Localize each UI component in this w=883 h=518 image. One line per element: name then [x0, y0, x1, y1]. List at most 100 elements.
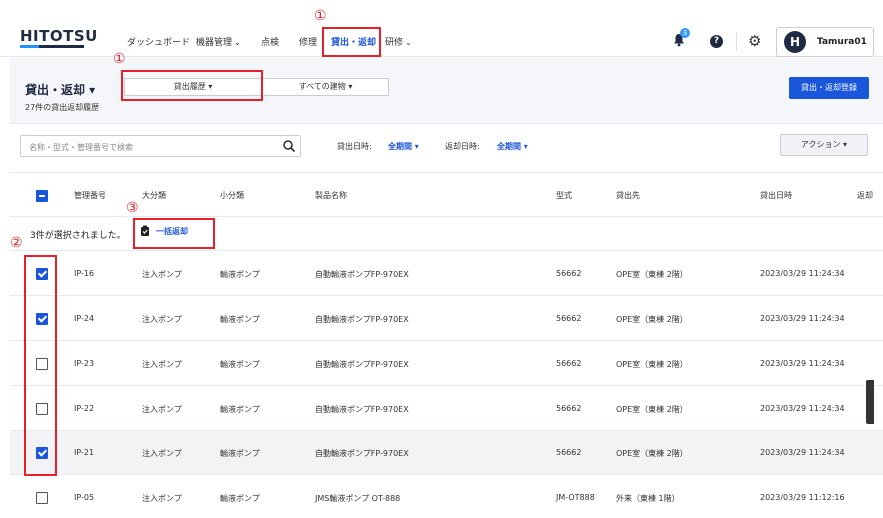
page-title[interactable]: 貸出・返却 ▾: [25, 81, 95, 98]
column-header-model[interactable]: 型式: [556, 190, 572, 201]
avatar: H: [784, 31, 806, 53]
nav-training[interactable]: 研修 ⌄: [385, 35, 412, 48]
cell-major: 注入ポンプ: [142, 494, 182, 503]
cell-major: 注入ポンプ: [142, 449, 182, 458]
cell-product: 自動輸液ポンプFP-970EX: [315, 405, 409, 414]
cell-id: IP-16: [74, 269, 95, 278]
chevron-down-icon: ⌄: [405, 38, 412, 47]
page-subtitle: 27件の貸出返却履歴: [25, 103, 100, 112]
cell-minor: 輸液ポンプ: [220, 360, 260, 369]
search-input[interactable]: 名称・型式・管理番号で検索: [20, 135, 301, 157]
annotation-box-nav: [322, 27, 381, 57]
cell-lend-date: 2023/03/29 11:24:34: [760, 314, 845, 323]
column-header-lend-date[interactable]: 貸出日時: [760, 190, 792, 201]
cell-product: 自動輸液ポンプFP-970EX: [315, 315, 409, 324]
user-menu[interactable]: H Tamura01: [776, 27, 874, 57]
column-header-return[interactable]: 返却: [857, 190, 873, 201]
cell-id: IP-05: [74, 493, 95, 502]
cell-model: 56662: [556, 314, 582, 323]
column-header-major[interactable]: 大分類: [142, 190, 166, 201]
column-header-minor[interactable]: 小分類: [220, 190, 244, 201]
annotation-box-checkboxes: [24, 255, 57, 476]
column-header-id[interactable]: 管理番号: [74, 190, 106, 201]
cell-major: 注入ポンプ: [142, 360, 182, 369]
lend-date-label: 貸出日時:: [337, 142, 372, 151]
cell-major: 注入ポンプ: [142, 270, 182, 279]
cell-lend-date: 2023/03/29 11:24:34: [760, 404, 845, 413]
cell-destination: OPE室（東棟 2階）: [616, 360, 688, 369]
cell-product: JMS輸液ポンプ OT-888: [315, 494, 401, 503]
table-divider: [10, 216, 883, 217]
annotation-number: ②: [10, 235, 23, 251]
cell-id: IP-24: [74, 314, 95, 323]
annotation-number: ①: [314, 8, 327, 24]
cell-destination: OPE室（東棟 2階）: [616, 449, 688, 458]
cell-id: IP-22: [74, 404, 95, 413]
column-header-destination[interactable]: 貸出先: [616, 190, 640, 201]
cell-destination: OPE室（東棟 2階）: [616, 405, 688, 414]
nav-inspection-label: 点検: [261, 38, 280, 48]
cell-major: 注入ポンプ: [142, 315, 182, 324]
cell-minor: 輸液ポンプ: [220, 315, 260, 324]
cell-model: 56662: [556, 404, 582, 413]
cell-destination: 外来（東棟 1階）: [616, 494, 680, 503]
user-name: Tamura01: [817, 37, 867, 47]
column-header-product[interactable]: 製品名称: [315, 190, 347, 201]
building-filter-dropdown[interactable]: すべての建物 ▾: [262, 78, 389, 96]
table-divider: [10, 295, 883, 296]
annotation-box-bulk-return: [133, 218, 215, 249]
return-date-filter[interactable]: 全期間 ▾: [497, 141, 528, 152]
row-checkbox[interactable]: [36, 492, 48, 504]
cell-model: JM-OT888: [556, 493, 595, 502]
register-lend-return-button[interactable]: 貸出・返却登録: [789, 77, 869, 99]
nav-training-label: 研修: [385, 38, 404, 48]
search-icon[interactable]: [282, 139, 296, 153]
cell-id: IP-21: [74, 448, 95, 457]
cell-product: 自動輸液ポンプFP-970EX: [315, 449, 409, 458]
row-hover-highlight: [10, 430, 883, 474]
cell-product: 自動輸液ポンプFP-970EX: [315, 360, 409, 369]
selection-count-text: 3件が選択されました。: [30, 231, 126, 241]
cell-model: 56662: [556, 448, 582, 457]
annotation-number: ①: [113, 51, 126, 67]
cell-destination: OPE室（東棟 2階）: [616, 270, 688, 279]
chevron-down-icon: ⌄: [234, 38, 241, 47]
table-divider: [10, 474, 883, 475]
table-divider: [10, 172, 883, 173]
cell-lend-date: 2023/03/29 11:24:34: [760, 359, 845, 368]
cell-model: 56662: [556, 269, 582, 278]
cell-minor: 輸液ポンプ: [220, 494, 260, 503]
cell-lend-date: 2023/03/29 11:12:16: [760, 493, 845, 502]
app-logo[interactable]: HITOTSU: [20, 27, 98, 45]
nav-repair[interactable]: 修理: [299, 35, 317, 48]
annotation-box-dropdown: [121, 70, 263, 101]
cell-minor: 輸液ポンプ: [220, 270, 260, 279]
search-placeholder: 名称・型式・管理番号で検索: [29, 143, 133, 152]
cell-lend-date: 2023/03/29 11:24:34: [760, 269, 845, 278]
cell-minor: 輸液ポンプ: [220, 449, 260, 458]
gear-icon[interactable]: ⚙: [748, 32, 761, 50]
cell-minor: 輸液ポンプ: [220, 405, 260, 414]
table-divider: [10, 430, 883, 431]
cell-id: IP-23: [74, 359, 95, 368]
help-icon[interactable]: ?: [710, 35, 723, 48]
annotation-number: ③: [126, 200, 139, 216]
cell-model: 56662: [556, 359, 582, 368]
lend-date-filter[interactable]: 全期間 ▾: [388, 141, 419, 152]
cell-product: 自動輸液ポンプFP-970EX: [315, 270, 409, 279]
nav-dashboard[interactable]: ダッシュボード: [127, 35, 190, 48]
nav-inspection[interactable]: 点検: [261, 35, 279, 48]
nav-dashboard-label: ダッシュボード: [127, 38, 191, 48]
table-divider: [10, 340, 883, 341]
side-panel-tab[interactable]: [866, 380, 874, 424]
cell-lend-date: 2023/03/29 11:24:34: [760, 448, 845, 457]
return-date-label: 返却日時:: [445, 142, 480, 151]
table-divider: [10, 250, 883, 251]
table-divider: [10, 385, 883, 386]
header-divider: [736, 33, 737, 51]
logo-underline: [20, 45, 84, 48]
action-menu-button[interactable]: アクション ▾: [780, 134, 868, 156]
select-all-checkbox[interactable]: [36, 190, 48, 202]
notification-badge: 3: [680, 28, 690, 38]
nav-device-management[interactable]: 機器管理 ⌄: [196, 35, 241, 48]
